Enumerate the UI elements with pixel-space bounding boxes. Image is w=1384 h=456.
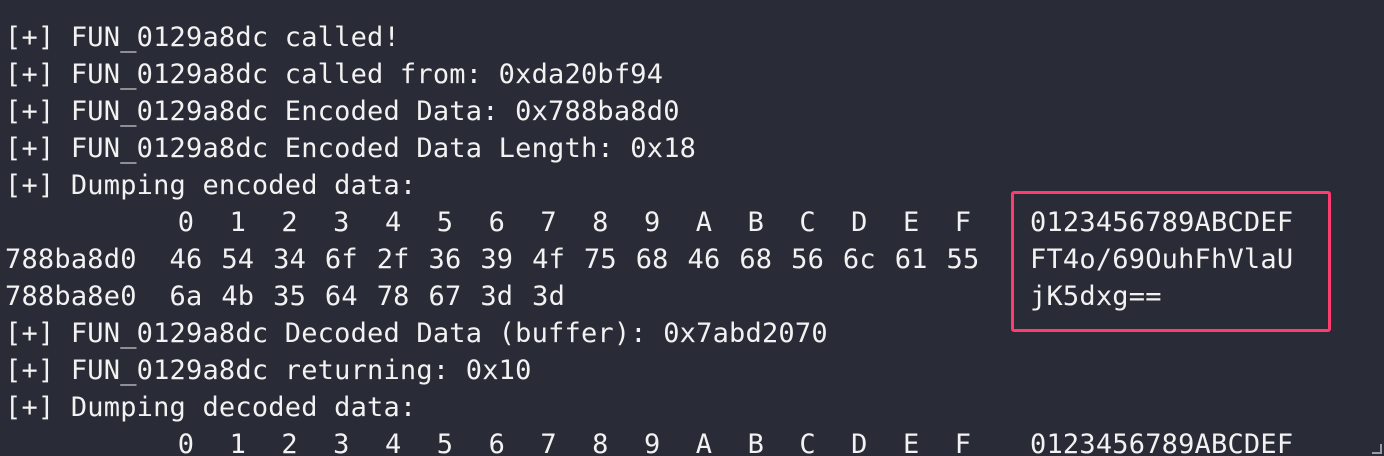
hexdump-column-label: 8: [592, 429, 609, 456]
hexdump-column-label: 8: [592, 207, 609, 238]
hexdump-column-label: C: [799, 207, 816, 238]
hex-byte: 3d: [480, 281, 514, 312]
hex-byte: 3d: [532, 281, 566, 312]
log-line: [+] FUN_0129a8dc Encoded Data Length: 0x…: [5, 133, 697, 164]
hex-byte: 64: [324, 281, 358, 312]
hexdump-column-label: 7: [540, 429, 557, 456]
hex-byte: 56: [791, 244, 825, 275]
hexdump-column-label: B: [747, 207, 765, 238]
hexdump-column-label: A: [695, 429, 713, 456]
hexdump-column-label: 2: [281, 207, 298, 238]
hex-byte: 55: [946, 244, 980, 275]
hexdump-column-label: B: [747, 429, 765, 456]
hex-byte: 78: [376, 281, 410, 312]
hex-byte: 4f: [532, 244, 566, 275]
hexdump-column-label: 9: [643, 207, 661, 238]
hexdump-column-label: F: [954, 429, 972, 456]
hexdump-column-label: 4: [384, 429, 402, 456]
hex-byte: 39: [480, 244, 514, 275]
highlight-box: [1011, 191, 1331, 332]
hexdump-column-label: 6: [488, 429, 506, 456]
hex-byte: 36: [428, 244, 462, 275]
hexdump-column-label: D: [851, 429, 868, 456]
log-line: [+] Dumping decoded data:: [5, 392, 417, 423]
hexdump-column-label: E: [902, 207, 920, 238]
hexdump-column-label: 0: [177, 429, 195, 456]
resize-handle-icon[interactable]: [1372, 444, 1382, 454]
hex-byte: 34: [273, 244, 307, 275]
hexdump-address: 788ba8e0: [5, 281, 137, 312]
hexdump-column-label: 6: [488, 207, 506, 238]
hex-byte: 61: [894, 244, 928, 275]
log-line: [+] Dumping encoded data:: [5, 170, 417, 201]
hex-byte: 68: [739, 244, 773, 275]
hexdump-address: 788ba8d0: [5, 244, 137, 275]
hexdump-column-label: A: [695, 207, 713, 238]
hexdump-column-label: 1: [229, 207, 247, 238]
hex-byte: 54: [221, 244, 255, 275]
hexdump-column-label: 9: [643, 429, 661, 456]
hexdump-column-label: 3: [333, 429, 350, 456]
hexdump-column-label: 1: [229, 429, 247, 456]
hexdump-column-label: 5: [436, 429, 454, 456]
hexdump-column-label: 3: [333, 207, 350, 238]
hex-byte: 2f: [376, 244, 410, 275]
hexdump-column-label: 2: [281, 429, 298, 456]
hexdump-column-label: 0: [177, 207, 195, 238]
hexdump-column-label: 7: [540, 207, 557, 238]
hex-byte: 6a: [169, 281, 203, 312]
hex-byte: 35: [273, 281, 307, 312]
hexdump-column-label: 4: [384, 207, 402, 238]
hexdump-column-label: E: [902, 429, 920, 456]
hex-byte: 67: [428, 281, 462, 312]
hex-byte: 6f: [324, 244, 358, 275]
log-line: [+] FUN_0129a8dc called!: [5, 22, 400, 53]
log-line: [+] FUN_0129a8dc Decoded Data (buffer): …: [5, 318, 828, 349]
hex-byte: 4b: [221, 281, 255, 312]
hex-byte: 46: [169, 244, 203, 275]
log-line: [+] FUN_0129a8dc Encoded Data: 0x788ba8d…: [5, 96, 680, 127]
log-line: [+] FUN_0129a8dc returning: 0x10: [5, 355, 532, 386]
hexdump-column-label: D: [851, 207, 868, 238]
ascii-header: 0123456789ABCDEF: [1030, 429, 1294, 456]
hex-byte: 6c: [842, 244, 876, 275]
hex-byte: 46: [687, 244, 721, 275]
hex-byte: 68: [635, 244, 669, 275]
log-line: [+] FUN_0129a8dc called from: 0xda20bf94: [5, 59, 664, 90]
hex-byte: 75: [583, 244, 617, 275]
hexdump-column-label: 5: [436, 207, 454, 238]
hexdump-column-label: F: [954, 207, 972, 238]
hexdump-header: 0123456789ABCDEF 0123456789ABCDEF: [5, 426, 1375, 456]
terminal-window[interactable]: [+] FUN_0129a8dc called! [+] FUN_0129a8d…: [0, 0, 1384, 456]
hexdump-column-label: C: [799, 429, 816, 456]
